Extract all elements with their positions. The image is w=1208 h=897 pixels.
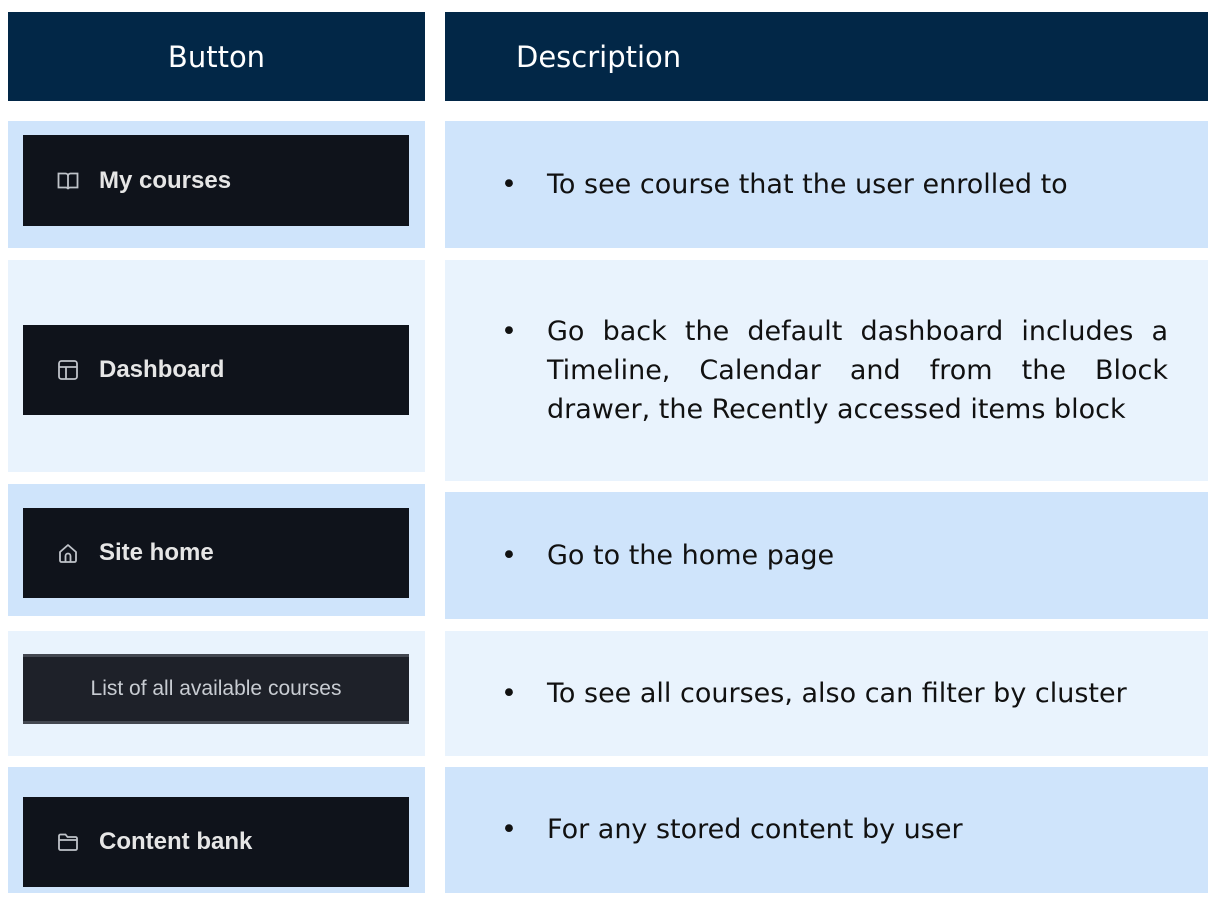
row-2-description: Go back the default dashboard includes a… xyxy=(547,315,1168,426)
dashboard-button[interactable]: Dashboard xyxy=(23,325,409,415)
row-4-description: To see all courses, also can filter by c… xyxy=(547,677,1127,709)
site-home-button[interactable]: Site home xyxy=(23,508,409,598)
bullet: • xyxy=(501,539,517,571)
content-bank-label: Content bank xyxy=(99,828,253,855)
dashboard-icon xyxy=(57,359,79,381)
folder-icon xyxy=(57,831,79,853)
my-courses-label: My courses xyxy=(99,166,232,194)
bullet: • xyxy=(501,315,517,347)
row-5-description: For any stored content by user xyxy=(547,814,963,846)
row-2-description-cell: • Go back the default dashboard includes… xyxy=(445,260,1208,481)
all-courses-link[interactable]: List of all available courses xyxy=(23,654,409,724)
row-1-description: To see course that the user enrolled to xyxy=(547,168,1068,200)
bullet: • xyxy=(501,677,517,709)
row-4-description-cell: • To see all courses, also can filter by… xyxy=(445,631,1208,756)
header-button-column: Button xyxy=(8,12,425,101)
row-3-button-cell: Site home xyxy=(8,484,425,616)
row-1-button-cell: My courses xyxy=(8,121,425,248)
row-3-description-cell: • Go to the home page xyxy=(445,492,1208,619)
row-1-description-cell: • To see course that the user enrolled t… xyxy=(445,121,1208,248)
header-description-label: Description xyxy=(516,39,682,74)
row-5-description-cell: • For any stored content by user xyxy=(445,767,1208,893)
bullet: • xyxy=(501,168,517,200)
row-3-description: Go to the home page xyxy=(547,539,835,571)
dashboard-label: Dashboard xyxy=(99,356,225,383)
row-4-button-cell: List of all available courses xyxy=(8,631,425,756)
book-icon xyxy=(57,170,79,192)
site-home-label: Site home xyxy=(99,539,214,566)
home-icon xyxy=(57,542,79,564)
my-courses-button[interactable]: My courses xyxy=(23,135,409,226)
bullet: • xyxy=(501,814,517,846)
row-5-button-cell: Content bank xyxy=(8,767,425,893)
row-2-button-cell: Dashboard xyxy=(8,260,425,472)
all-courses-label: List of all available courses xyxy=(90,677,342,700)
content-bank-button[interactable]: Content bank xyxy=(23,797,409,887)
header-description-column: Description xyxy=(445,12,1208,101)
header-button-label: Button xyxy=(167,39,266,74)
